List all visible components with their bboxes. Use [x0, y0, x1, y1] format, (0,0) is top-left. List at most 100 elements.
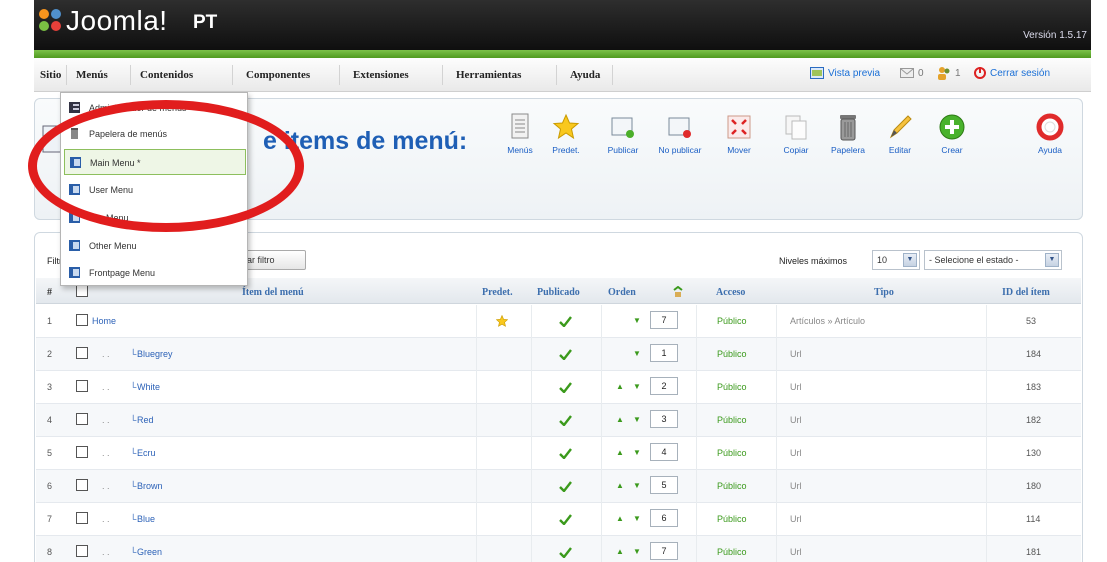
- move-down-icon[interactable]: ▼: [633, 415, 641, 424]
- save-order-icon[interactable]: [672, 286, 684, 298]
- menu-ayuda[interactable]: Ayuda: [570, 69, 600, 81]
- help-button[interactable]: Ayuda: [1024, 112, 1076, 155]
- row-checkbox[interactable]: [76, 314, 88, 326]
- order-input[interactable]: 1: [650, 344, 678, 362]
- menu-item-link[interactable]: Home: [92, 316, 116, 326]
- move-button-label: Mover: [727, 145, 751, 155]
- unpublish-button[interactable]: No publicar: [654, 112, 706, 155]
- access-link[interactable]: Público: [717, 547, 747, 557]
- row-checkbox[interactable]: [76, 347, 88, 359]
- menu-extensiones[interactable]: Extensiones: [353, 69, 409, 81]
- access-link[interactable]: Público: [717, 448, 747, 458]
- access-link[interactable]: Público: [717, 415, 747, 425]
- order-input[interactable]: 3: [650, 410, 678, 428]
- copy-button[interactable]: Copiar: [770, 112, 822, 155]
- column-divider: [531, 338, 532, 371]
- row-checkbox[interactable]: [76, 413, 88, 425]
- menu-item-link[interactable]: Green: [137, 547, 162, 557]
- order-input[interactable]: 4: [650, 443, 678, 461]
- published-check-icon[interactable]: [559, 415, 572, 426]
- access-link[interactable]: Público: [717, 514, 747, 524]
- published-check-icon[interactable]: [559, 514, 572, 525]
- menu-componentes[interactable]: Componentes: [246, 69, 310, 81]
- menu-item-link[interactable]: Brown: [137, 481, 163, 491]
- dropdown-item-frontpage-menu[interactable]: Frontpage Menu: [61, 260, 247, 286]
- order-input[interactable]: 6: [650, 509, 678, 527]
- order-input[interactable]: 7: [650, 542, 678, 560]
- move-up-icon[interactable]: ▲: [616, 382, 624, 391]
- menu-herramientas[interactable]: Herramientas: [456, 69, 521, 81]
- col-default[interactable]: Predet.: [482, 287, 513, 298]
- item-type: Url: [790, 547, 802, 557]
- create-button[interactable]: Crear: [926, 112, 978, 155]
- access-link[interactable]: Público: [717, 316, 747, 326]
- menu-item-link[interactable]: Red: [137, 415, 154, 425]
- move-down-icon[interactable]: ▼: [633, 514, 641, 523]
- logout-link[interactable]: Cerrar sesión: [990, 68, 1050, 79]
- row-checkbox[interactable]: [76, 512, 88, 524]
- col-id[interactable]: ID del ítem: [1002, 287, 1050, 298]
- row-checkbox[interactable]: [76, 446, 88, 458]
- published-check-icon[interactable]: [559, 349, 572, 360]
- clear-filter-button[interactable]: iar filtro: [238, 250, 306, 270]
- preview-icon: [810, 67, 824, 79]
- access-link[interactable]: Público: [717, 349, 747, 359]
- messages-count[interactable]: 0: [918, 68, 924, 79]
- menu-item-link[interactable]: Ecru: [137, 448, 156, 458]
- move-up-icon[interactable]: ▲: [616, 547, 624, 556]
- menu-contenidos[interactable]: Contenidos: [140, 69, 193, 81]
- move-up-icon[interactable]: ▲: [616, 448, 624, 457]
- move-down-icon[interactable]: ▼: [633, 349, 641, 358]
- preview-link[interactable]: Vista previa: [828, 68, 880, 79]
- col-published[interactable]: Publicado: [537, 287, 580, 298]
- row-number: 3: [47, 382, 53, 392]
- menu-menus[interactable]: Menús: [76, 69, 108, 81]
- move-up-icon[interactable]: ▲: [616, 415, 624, 424]
- dropdown-item-other-menu[interactable]: Other Menu: [61, 233, 247, 259]
- move-down-icon[interactable]: ▼: [633, 448, 641, 457]
- published-check-icon[interactable]: [559, 382, 572, 393]
- menus-button[interactable]: Menús: [494, 112, 546, 155]
- move-down-icon[interactable]: ▼: [633, 382, 641, 391]
- publish-button[interactable]: Publicar: [597, 112, 649, 155]
- move-button[interactable]: Mover: [713, 112, 765, 155]
- menu-item-link[interactable]: White: [137, 382, 160, 392]
- published-check-icon[interactable]: [559, 481, 572, 492]
- order-input[interactable]: 2: [650, 377, 678, 395]
- main-menubar: Sitio Menús Contenidos Componentes Exten…: [34, 58, 1091, 92]
- row-checkbox[interactable]: [76, 479, 88, 491]
- column-divider: [531, 470, 532, 503]
- select-all-checkbox[interactable]: [76, 285, 88, 297]
- move-down-icon[interactable]: ▼: [633, 316, 641, 325]
- column-divider: [696, 536, 697, 562]
- default-button[interactable]: Predet.: [540, 112, 592, 155]
- published-check-icon[interactable]: [559, 547, 572, 558]
- move-down-icon[interactable]: ▼: [633, 481, 641, 490]
- row-checkbox[interactable]: [76, 545, 88, 557]
- menu-item-link[interactable]: Bluegrey: [137, 349, 173, 359]
- default-star-icon[interactable]: [496, 315, 508, 327]
- row-checkbox[interactable]: [76, 380, 88, 392]
- move-up-icon[interactable]: ▲: [616, 481, 624, 490]
- max-levels-select[interactable]: 10 ▼: [872, 250, 920, 270]
- order-input[interactable]: 7: [650, 311, 678, 329]
- edit-button[interactable]: Editar: [874, 112, 926, 155]
- col-access[interactable]: Acceso: [716, 287, 745, 298]
- users-count[interactable]: 1: [955, 68, 961, 79]
- move-up-icon[interactable]: ▲: [616, 514, 624, 523]
- trash-button[interactable]: Papelera: [822, 112, 874, 155]
- menu-item-link[interactable]: Blue: [137, 514, 155, 524]
- menu-sitio[interactable]: Sitio: [40, 69, 61, 81]
- col-num: #: [47, 287, 52, 298]
- item-type: Artículos » Artículo: [790, 316, 866, 326]
- published-check-icon[interactable]: [559, 316, 572, 327]
- col-item[interactable]: Ítem del menú: [242, 287, 304, 298]
- state-select[interactable]: - Selecione el estado - ▼: [924, 250, 1062, 270]
- access-link[interactable]: Público: [717, 481, 747, 491]
- col-type[interactable]: Tipo: [874, 287, 894, 298]
- published-check-icon[interactable]: [559, 448, 572, 459]
- access-link[interactable]: Público: [717, 382, 747, 392]
- col-order[interactable]: Orden: [608, 287, 636, 298]
- move-down-icon[interactable]: ▼: [633, 547, 641, 556]
- order-input[interactable]: 5: [650, 476, 678, 494]
